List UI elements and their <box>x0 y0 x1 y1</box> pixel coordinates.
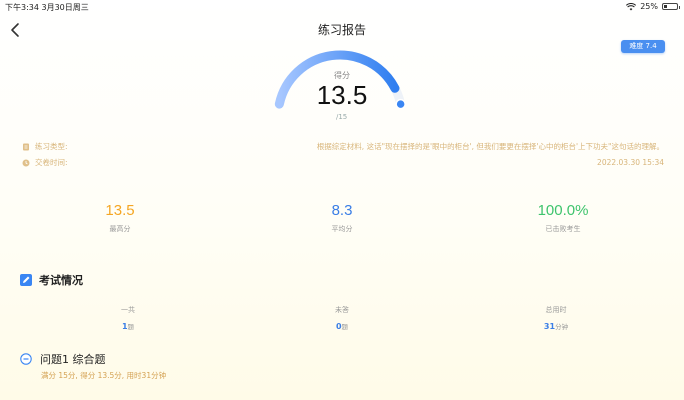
exam-unit: 题 <box>127 323 135 331</box>
practice-type-row: 练习类型: 根据综定材料, 这话"现在摆择的是'眼中的柜台', 但我们要更在摆择… <box>22 141 664 152</box>
exam-number: 31 <box>543 322 556 331</box>
status-bar: 下午3:34 3月30日周三 25% <box>0 0 684 14</box>
practice-type-label: 练习类型: <box>35 142 68 151</box>
stat-label: 最高分 <box>109 225 131 233</box>
status-time: 下午3:34 3月30日周三 <box>5 3 89 12</box>
exam-unit: 题 <box>341 323 349 331</box>
exam-time-used: 总用时 31分钟 <box>506 305 606 331</box>
exam-section-header: 考试情况 <box>20 272 83 288</box>
stat-value: 13.5 <box>105 202 135 219</box>
status-right: 25% <box>626 2 680 11</box>
score-total: /15 <box>336 113 348 121</box>
exam-value: 31分钟 <box>506 321 606 331</box>
submit-time-row: 交卷时间: 2022.03.30 15:34 <box>22 157 664 168</box>
edit-icon <box>20 274 32 286</box>
stat-value: 8.3 <box>331 202 353 219</box>
difficulty-badge: 难度 7.4 <box>621 40 665 53</box>
submit-time-value: 2022.03.30 15:34 <box>597 158 664 167</box>
question-summary: 满分 15分, 得分 13.5分, 用时31分钟 <box>41 371 167 380</box>
battery-percent: 25% <box>640 2 658 11</box>
practice-type-value: 根据综定材料, 这话"现在摆择的是'眼中的柜台', 但我们要更在摆择'心中的柜台… <box>316 142 664 151</box>
page-title: 练习报告 <box>317 23 366 37</box>
exam-label: 总用时 <box>545 306 567 314</box>
exam-value: 1题 <box>78 321 178 331</box>
stat-highest: 13.5 最高分 <box>50 202 190 234</box>
stat-label: 已击败考生 <box>545 225 581 233</box>
battery-icon <box>662 3 680 10</box>
exam-unanswered: 未答 0题 <box>292 305 392 331</box>
wifi-icon <box>626 2 637 10</box>
question-header[interactable]: 问题1 综合题 <box>20 351 106 367</box>
stat-value: 100.0% <box>537 202 589 219</box>
battery-fill <box>664 5 668 8</box>
collapse-icon[interactable] <box>20 353 32 365</box>
exam-label: 未答 <box>335 306 349 314</box>
exam-label: 一共 <box>121 306 135 314</box>
exam-section-title: 考试情况 <box>39 274 83 287</box>
stat-average: 8.3 平均分 <box>272 202 412 234</box>
clock-icon <box>22 159 30 166</box>
exam-unit: 分钟 <box>555 323 569 331</box>
stat-label: 平均分 <box>331 225 353 233</box>
document-icon <box>23 143 29 150</box>
question-title[interactable]: 问题1 综合题 <box>40 351 106 367</box>
exam-total: 一共 1题 <box>78 305 178 331</box>
exam-value: 0题 <box>292 321 392 331</box>
stat-beaten: 100.0% 已击败考生 <box>493 202 633 234</box>
submit-time-label: 交卷时间: <box>35 158 68 167</box>
score-value: 13.5 <box>316 80 368 110</box>
